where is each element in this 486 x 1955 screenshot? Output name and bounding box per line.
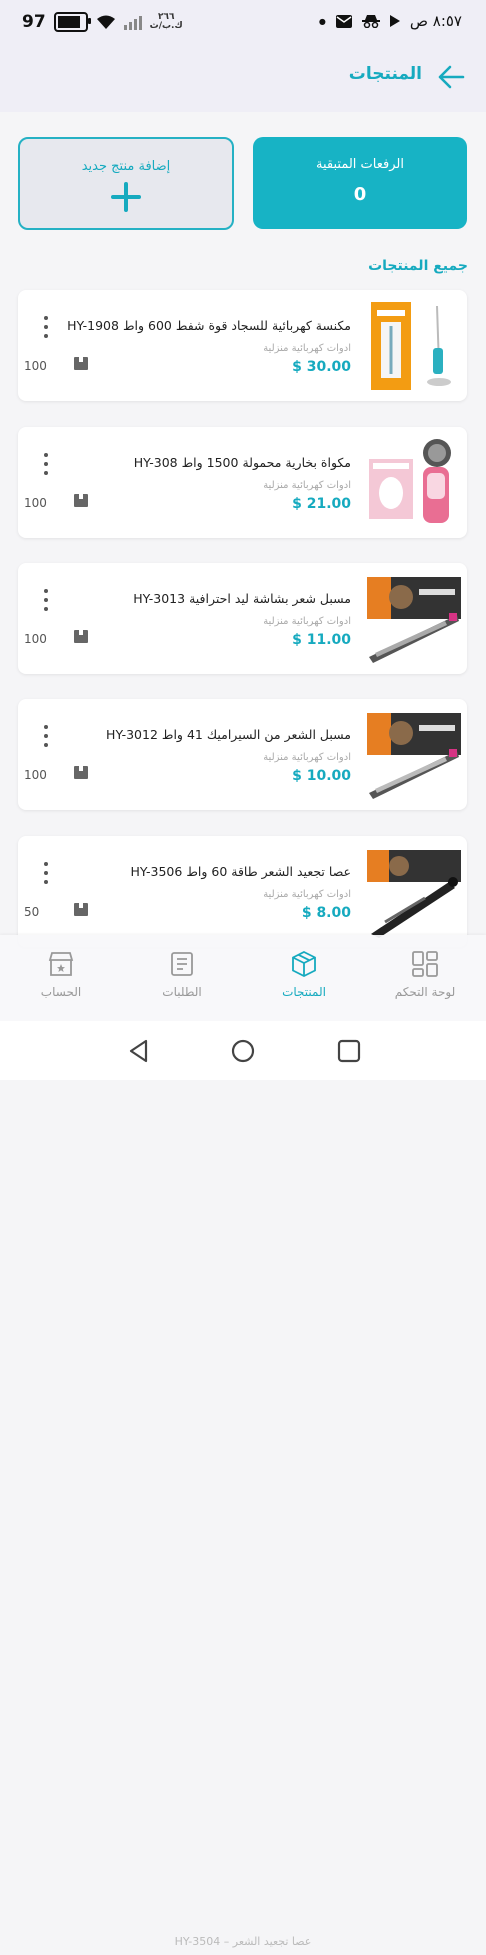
status-bar: 97 ٢٦٦ ك.ب/ث ● ٨:٥٧ ص bbox=[0, 0, 486, 46]
page-title: المنتجات bbox=[348, 64, 422, 84]
add-product-button[interactable]: إضافة منتج جديد bbox=[18, 137, 234, 230]
incognito-icon bbox=[361, 15, 380, 28]
nav-account-label: الحساب bbox=[40, 985, 82, 999]
product-card[interactable]: مكواة بخارية محمولة 1500 واط HY-308 ادوا… bbox=[18, 427, 467, 538]
back-arrow-icon[interactable] bbox=[436, 62, 466, 92]
battery-level: 97 bbox=[22, 12, 46, 32]
product-category: ادوات كهربائية منزلية bbox=[263, 343, 351, 354]
network-speed: ٢٦٦ ك.ب/ث bbox=[149, 12, 183, 31]
clock: ٨:٥٧ ص bbox=[409, 12, 462, 30]
kebab-menu-icon[interactable] bbox=[43, 316, 49, 338]
notification-dot-icon: ● bbox=[318, 16, 326, 26]
product-name: مكواة بخارية محمولة 1500 واط HY-308 bbox=[133, 455, 351, 470]
system-nav-bar bbox=[0, 1021, 486, 1080]
nav-orders-label: الطلبات bbox=[162, 985, 202, 999]
product-name: مسبل شعر بشاشة ليد احترافية HY-3013 bbox=[133, 591, 351, 606]
wifi-icon bbox=[96, 15, 115, 29]
system-home-icon[interactable] bbox=[230, 1038, 256, 1064]
kebab-menu-icon[interactable] bbox=[43, 589, 49, 611]
product-category: ادوات كهربائية منزلية bbox=[263, 616, 351, 627]
product-category: ادوات كهربائية منزلية bbox=[263, 480, 351, 491]
system-back-icon[interactable] bbox=[126, 1038, 152, 1064]
kebab-menu-icon[interactable] bbox=[43, 725, 49, 747]
product-card[interactable]: مسبل الشعر من السيراميك 41 واط HY-3012 ا… bbox=[18, 699, 467, 810]
product-category: ادوات كهربائية منزلية bbox=[263, 889, 351, 900]
box-icon bbox=[74, 357, 88, 370]
remaining-uploads-value: 0 bbox=[353, 184, 367, 205]
product-price: $ 10.00 bbox=[292, 768, 351, 784]
signal-icon bbox=[123, 14, 142, 30]
status-right: ● ٨:٥٧ ص bbox=[319, 12, 462, 30]
product-image bbox=[365, 705, 461, 803]
nav-account[interactable]: الحساب bbox=[16, 951, 106, 999]
product-stock: 100 bbox=[24, 768, 47, 782]
kebab-menu-icon[interactable] bbox=[43, 862, 49, 884]
product-name: عصا تجعيد الشعر طاقة 60 واط HY-3506 bbox=[130, 864, 351, 879]
product-stock: 100 bbox=[24, 359, 47, 373]
product-image bbox=[365, 842, 461, 940]
kebab-menu-icon[interactable] bbox=[43, 453, 49, 475]
remaining-uploads-label: الرفعات المتبقية bbox=[316, 157, 404, 172]
product-category: ادوات كهربائية منزلية bbox=[263, 752, 351, 763]
store-icon bbox=[48, 952, 74, 976]
nav-dashboard[interactable]: لوحة التحكم bbox=[380, 951, 470, 999]
product-price: $ 30.00 bbox=[292, 359, 351, 375]
package-icon bbox=[292, 951, 316, 977]
receipt-icon bbox=[171, 952, 193, 976]
box-icon bbox=[74, 494, 88, 507]
box-icon bbox=[74, 630, 88, 643]
product-image bbox=[365, 569, 461, 667]
section-title: جميع المنتجات bbox=[368, 258, 468, 274]
app-header: المنتجات bbox=[0, 46, 486, 112]
system-recents-icon[interactable] bbox=[336, 1038, 362, 1064]
product-price: $ 11.00 bbox=[292, 632, 351, 648]
next-product-peek: عصا تجعيد الشعر – HY-3504 bbox=[174, 1935, 312, 1948]
product-card[interactable]: مكنسة كهربائية للسجاد قوة شفط 600 واط HY… bbox=[18, 290, 467, 401]
play-icon bbox=[389, 15, 400, 27]
battery-icon bbox=[53, 12, 91, 32]
product-name: مكنسة كهربائية للسجاد قوة شفط 600 واط HY… bbox=[67, 318, 351, 333]
product-price: $ 21.00 bbox=[292, 496, 351, 512]
remaining-uploads-card: الرفعات المتبقية 0 bbox=[253, 137, 467, 229]
product-price: $ 8.00 bbox=[301, 905, 351, 921]
box-icon bbox=[74, 903, 88, 916]
add-product-label: إضافة منتج جديد bbox=[81, 159, 171, 174]
nav-products[interactable]: المنتجات bbox=[259, 951, 349, 999]
product-stock: 100 bbox=[24, 632, 47, 646]
product-card[interactable]: مسبل شعر بشاشة ليد احترافية HY-3013 ادوا… bbox=[18, 563, 467, 674]
plus-icon bbox=[111, 182, 141, 212]
bottom-nav: عصا تجعيد الشعر – HY-3504 لوحة التحكم ال… bbox=[0, 935, 486, 1948]
product-image bbox=[365, 433, 461, 531]
box-icon bbox=[74, 766, 88, 779]
product-stock: 100 bbox=[24, 496, 47, 510]
grid-icon bbox=[412, 951, 438, 977]
product-image bbox=[365, 296, 461, 394]
product-name: مسبل الشعر من السيراميك 41 واط HY-3012 bbox=[106, 727, 351, 742]
nav-dashboard-label: لوحة التحكم bbox=[394, 985, 456, 999]
nav-orders[interactable]: الطلبات bbox=[137, 951, 227, 999]
message-icon bbox=[335, 14, 352, 28]
product-card[interactable]: عصا تجعيد الشعر طاقة 60 واط HY-3506 ادوا… bbox=[18, 836, 467, 947]
nav-products-label: المنتجات bbox=[282, 985, 326, 999]
product-stock: 50 bbox=[24, 905, 40, 919]
status-left: 97 ٢٦٦ ك.ب/ث bbox=[22, 12, 183, 32]
